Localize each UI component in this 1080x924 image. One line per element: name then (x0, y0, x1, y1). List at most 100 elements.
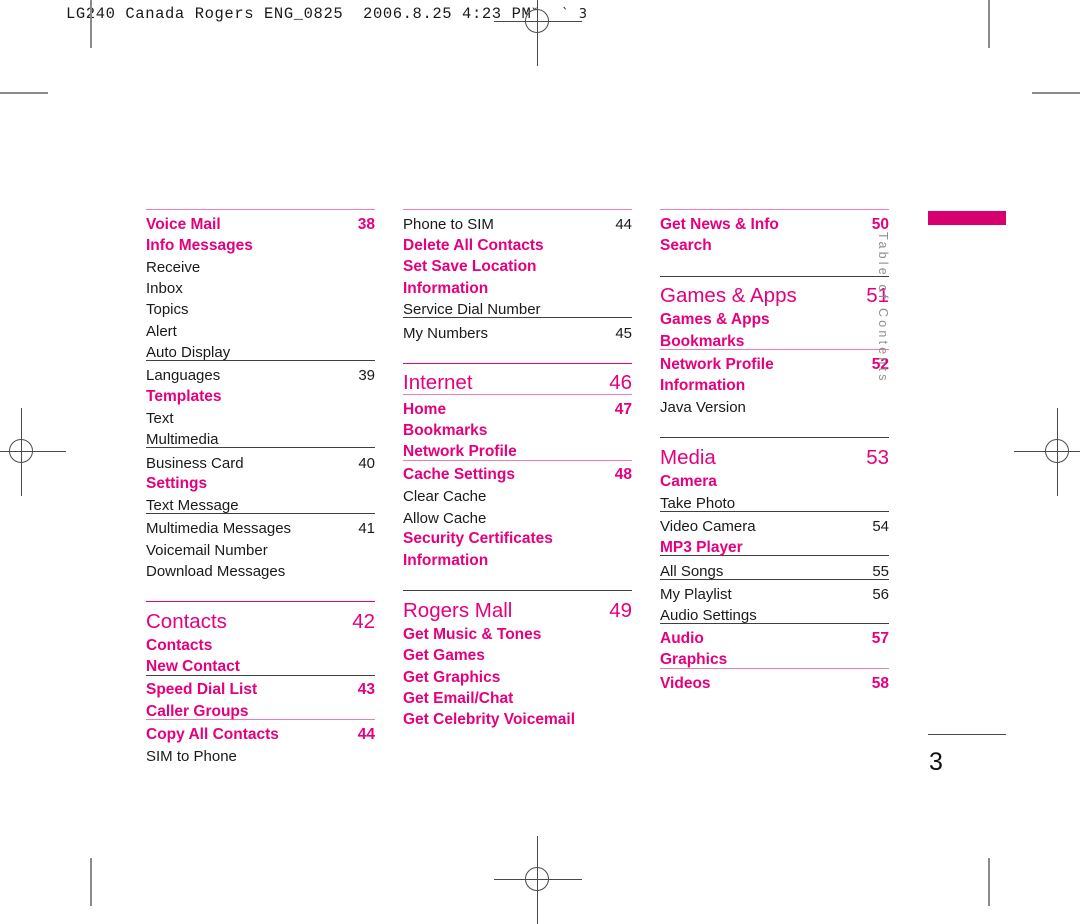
toc-entry-title: MP3 Player (660, 538, 743, 556)
toc-entry[interactable]: Audio Settings (660, 602, 889, 623)
toc-entry[interactable]: Network Profile (403, 438, 632, 459)
toc-entry[interactable]: New Contact (146, 653, 375, 674)
toc-entry[interactable]: Set Save Location (403, 254, 632, 275)
toc-entry-title: Delete All Contacts (403, 237, 544, 255)
toc-entry-title: Text (146, 409, 174, 427)
toc-entry[interactable]: Contacts (146, 632, 375, 653)
toc-entry[interactable]: Multimedia (146, 426, 375, 447)
toc-entry[interactable]: Graphics (660, 646, 889, 667)
toc-entry[interactable]: Information (660, 372, 889, 393)
toc-entry[interactable]: Receive (146, 254, 375, 275)
toc-entry-page-number: 58 (871, 674, 889, 692)
page-number: 3 (929, 748, 943, 776)
toc-entry[interactable]: Java Version (660, 394, 889, 415)
toc-entry[interactable]: Clear Cache (403, 483, 632, 504)
toc-entry[interactable]: Internet 46 (403, 362, 632, 394)
toc-entry[interactable]: Information (403, 275, 632, 296)
toc-entry-title: Settings (146, 475, 208, 493)
toc-entry-title: Graphics (660, 651, 728, 669)
toc-entry[interactable]: Get Music & Tones (403, 621, 632, 642)
toc-entry-title: Contacts (146, 609, 227, 633)
toc-entry-page-number: 55 (872, 562, 889, 580)
toc-entry[interactable]: Camera (660, 468, 889, 489)
toc-entry[interactable]: Get Graphics (403, 664, 632, 685)
toc-entry-title: Topics (146, 301, 189, 319)
toc-entry-title: Information (403, 279, 489, 297)
toc-entry-title: Videos (660, 674, 711, 692)
toc-entry[interactable]: Text (146, 405, 375, 426)
toc-entry-title: SIM to Phone (146, 747, 237, 765)
toc-entry-title: Information (403, 551, 489, 569)
toc-entry-title: Templates (146, 388, 222, 406)
toc-entry[interactable]: Templates (146, 383, 375, 404)
toc-entry[interactable]: Bookmarks (403, 417, 632, 438)
toc-entry[interactable]: Allow Cache (403, 504, 632, 526)
toc-entry-title: Bookmarks (660, 332, 745, 350)
toc-entry[interactable]: Copy All Contacts 44 (146, 719, 375, 742)
toc-entry-title: Get Celebrity Voicemail (403, 711, 575, 729)
toc-entry[interactable]: Media 53 (660, 437, 889, 468)
toc-entry[interactable]: Videos 58 (660, 667, 889, 692)
toc-entry-title: Video Camera (660, 517, 756, 535)
toc-entry[interactable]: All Songs 55 (660, 555, 889, 580)
toc-entry-title: Copy All Contacts (146, 726, 279, 744)
toc-entry[interactable]: Get Email/Chat (403, 685, 632, 706)
toc-entry[interactable]: Alert (146, 317, 375, 339)
toc-entry[interactable]: Languages 39 (146, 360, 375, 383)
toc-entry[interactable]: Info Messages (146, 232, 375, 253)
toc-entry-title: Business Card (146, 454, 244, 472)
toc-entry[interactable]: Video Camera 54 (660, 510, 889, 535)
toc-entry[interactable]: Voicemail Number (146, 536, 375, 558)
toc-entry-title: Get News & Info (660, 215, 779, 233)
toc-entry-title: Security Certificates (403, 530, 553, 548)
toc-entry-page-number: 43 (357, 681, 375, 699)
toc-entry[interactable]: Rogers Mall 49 (403, 590, 632, 621)
toc-entry[interactable]: Audio 57 (660, 623, 889, 646)
section-tab-label: Table of Contents (876, 232, 890, 384)
toc-entry[interactable]: Phone to SIM 44 (403, 209, 632, 232)
toc-entry[interactable]: Auto Display (146, 339, 375, 360)
toc-entry[interactable]: SIM to Phone (146, 743, 375, 764)
toc-entry[interactable]: MP3 Player (660, 534, 889, 555)
toc-entry-title: Voice Mail (146, 215, 221, 233)
toc-entry[interactable]: Caller Groups (146, 698, 375, 719)
toc-entry-page-number: 57 (871, 629, 889, 647)
toc-entry[interactable]: Take Photo (660, 489, 889, 511)
toc-entry[interactable]: Service Dial Number (403, 296, 632, 317)
toc-entry[interactable]: Get Games (403, 642, 632, 663)
toc-entry[interactable]: My Numbers 45 (403, 317, 632, 341)
toc-entry-title: Get Games (403, 647, 485, 665)
toc-entry[interactable]: Business Card 40 (146, 447, 375, 472)
toc-entry[interactable]: Get News & Info 50 (660, 209, 889, 232)
toc-column-2: Phone to SIM 44 Delete All Contacts Set Sav… (403, 209, 632, 728)
toc-entry-title: Set Save Location (403, 258, 537, 276)
toc-entry-title: Caller Groups (146, 702, 249, 720)
toc-entry[interactable]: Settings (146, 471, 375, 492)
toc-entry[interactable]: Speed Dial List 43 (146, 674, 375, 699)
toc-entry-title: Phone to SIM (403, 216, 494, 234)
toc-entry-title: Clear Cache (403, 488, 487, 506)
toc-entry[interactable]: My Playlist 56 (660, 578, 889, 602)
toc-entry-title: Audio (660, 629, 704, 647)
toc-entry[interactable]: Security Certificates (403, 526, 632, 547)
toc-entry[interactable]: Information (403, 547, 632, 568)
toc-entry[interactable]: Contacts 42 (146, 601, 375, 632)
toc-entry[interactable]: Home 47 (403, 393, 632, 418)
toc-entry[interactable]: Cache Settings 48 (403, 459, 632, 483)
toc-entry-page-number: 41 (358, 520, 375, 538)
toc-entry-title: Camera (660, 472, 717, 490)
toc-entry-page-number: 53 (866, 445, 889, 469)
toc-entry[interactable]: Voice Mail 38 (146, 209, 375, 232)
toc-entry[interactable]: Inbox (146, 275, 375, 296)
toc-entry-title: Speed Dial List (146, 681, 258, 699)
toc-entry[interactable]: Topics (146, 296, 375, 317)
toc-entry-title: Home (403, 400, 447, 418)
toc-entry[interactable]: Download Messages (146, 558, 375, 579)
toc-entry[interactable]: Delete All Contacts (403, 232, 632, 253)
toc-entry-page-number: 47 (614, 400, 632, 418)
toc-entry[interactable]: Text Message (146, 492, 375, 513)
toc-entry-title: Text Message (146, 497, 239, 515)
toc-entry[interactable]: Multimedia Messages 41 (146, 513, 375, 536)
toc-entry-page-number: 50 (871, 215, 889, 233)
toc-entry[interactable]: Get Celebrity Voicemail (403, 706, 632, 727)
